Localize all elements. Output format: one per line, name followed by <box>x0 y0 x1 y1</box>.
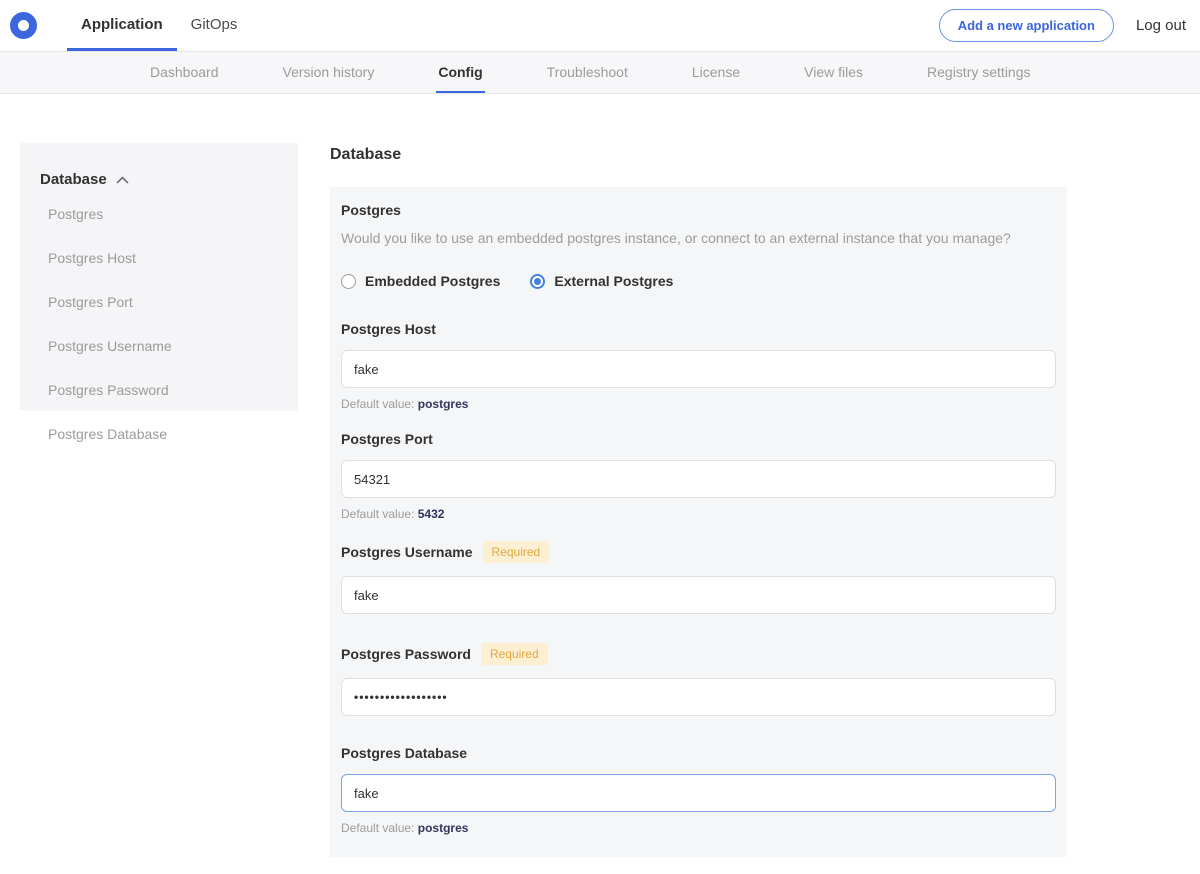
radio-embedded-label: Embedded Postgres <box>365 273 500 289</box>
postgres-password-label: Postgres Password Required <box>341 643 1056 665</box>
config-group-card: Postgres Would you like to use an embedd… <box>330 187 1067 857</box>
subtab-config[interactable]: Config <box>436 52 484 93</box>
tab-application[interactable]: Application <box>67 0 177 51</box>
sidebar-group-label: Database <box>40 171 107 188</box>
radio-unchecked-icon <box>341 274 356 289</box>
postgres-group-label: Postgres <box>341 202 1056 218</box>
subtab-view-files[interactable]: View files <box>802 52 865 93</box>
field-postgres-password: Postgres Password Required <box>341 643 1056 716</box>
postgres-radio-group: Embedded Postgres External Postgres <box>341 273 1056 289</box>
subtab-dashboard[interactable]: Dashboard <box>148 52 221 93</box>
radio-external-label: External Postgres <box>554 273 673 289</box>
postgres-database-input[interactable] <box>341 774 1056 812</box>
top-navbar: Application GitOps Add a new application… <box>0 0 1200 51</box>
subtab-license[interactable]: License <box>690 52 742 93</box>
field-postgres-database: Postgres Database Default value: postgre… <box>341 745 1056 835</box>
postgres-port-input[interactable] <box>341 460 1056 498</box>
config-main: Database Postgres Would you like to use … <box>330 143 1067 874</box>
sidebar-item-postgres-database[interactable]: Postgres Database <box>40 416 278 452</box>
radio-checked-icon <box>530 274 545 289</box>
topnav-right: Add a new application Log out <box>939 0 1200 51</box>
postgres-help-text: Would you like to use an embedded postgr… <box>341 230 1056 246</box>
postgres-database-default: Default value: postgres <box>341 821 1056 835</box>
postgres-password-input[interactable] <box>341 678 1056 716</box>
app-subnav: Dashboard Version history Config Trouble… <box>0 51 1200 94</box>
default-value: postgres <box>418 397 469 411</box>
radio-external-postgres[interactable]: External Postgres <box>530 273 673 289</box>
tab-gitops-label: GitOps <box>191 16 238 33</box>
sidebar-group-database[interactable]: Database <box>40 171 278 188</box>
field-postgres-username: Postgres Username Required <box>341 541 1056 614</box>
sidebar-item-postgres-port[interactable]: Postgres Port <box>40 284 278 320</box>
postgres-port-default: Default value: 5432 <box>341 507 1056 521</box>
postgres-host-input[interactable] <box>341 350 1056 388</box>
logout-link[interactable]: Log out <box>1136 17 1186 34</box>
postgres-username-label: Postgres Username Required <box>341 541 1056 563</box>
default-value: 5432 <box>418 507 445 521</box>
config-sidebar: Database Postgres Postgres Host Postgres… <box>20 143 298 411</box>
required-badge: Required <box>483 541 550 563</box>
subtab-registry-settings[interactable]: Registry settings <box>925 52 1032 93</box>
postgres-username-input[interactable] <box>341 576 1056 614</box>
sidebar-item-postgres-username[interactable]: Postgres Username <box>40 328 278 364</box>
top-tabs: Application GitOps <box>67 0 251 51</box>
default-value: postgres <box>418 821 469 835</box>
required-badge: Required <box>481 643 548 665</box>
subtab-troubleshoot[interactable]: Troubleshoot <box>545 52 630 93</box>
sidebar-item-postgres[interactable]: Postgres <box>40 196 278 232</box>
postgres-port-label: Postgres Port <box>341 431 1056 447</box>
field-postgres-host: Postgres Host Default value: postgres <box>341 321 1056 411</box>
subtab-version-history[interactable]: Version history <box>281 52 377 93</box>
postgres-host-label: Postgres Host <box>341 321 1056 337</box>
radio-embedded-postgres[interactable]: Embedded Postgres <box>341 273 500 289</box>
sidebar-item-postgres-password[interactable]: Postgres Password <box>40 372 278 408</box>
postgres-host-default: Default value: postgres <box>341 397 1056 411</box>
postgres-database-label: Postgres Database <box>341 745 1056 761</box>
tab-gitops[interactable]: GitOps <box>177 0 252 51</box>
add-application-button[interactable]: Add a new application <box>939 9 1114 42</box>
sidebar-item-postgres-host[interactable]: Postgres Host <box>40 240 278 276</box>
content-area: Database Postgres Postgres Host Postgres… <box>0 94 1200 874</box>
app-logo-icon <box>10 12 37 39</box>
section-title: Database <box>330 146 1067 164</box>
chevron-up-icon <box>116 176 129 184</box>
tab-application-label: Application <box>81 16 163 33</box>
sidebar-item-list: Postgres Postgres Host Postgres Port Pos… <box>40 196 278 452</box>
field-postgres-port: Postgres Port Default value: 5432 <box>341 431 1056 521</box>
